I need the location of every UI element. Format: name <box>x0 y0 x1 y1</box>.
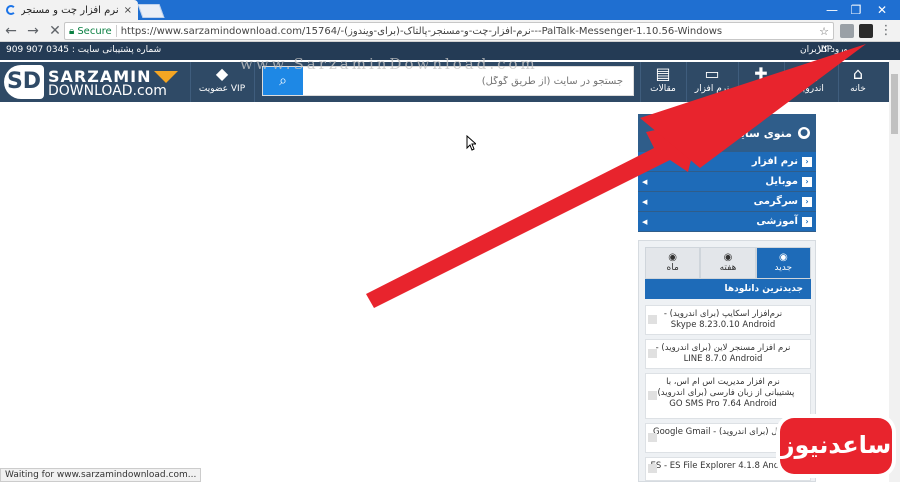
chevron-right-icon: › <box>802 216 812 227</box>
address-bar[interactable]: 🔒︎ Secure https://www.sarzamindownload.c… <box>64 22 834 40</box>
support-phone: شماره پشتیبانی سایت : 0345 907 909 <box>6 45 162 55</box>
vip-label[interactable]: VIP <box>818 45 832 55</box>
window-restore-button[interactable]: ❐ <box>846 2 866 18</box>
caret-left-icon: ◀ <box>642 197 648 206</box>
browser-tab[interactable]: نرم افزار چت و مسنجر پالتاک × <box>0 0 138 20</box>
gamepad-icon: ✚ <box>754 64 768 83</box>
chevron-icon <box>648 315 657 324</box>
tab-month[interactable]: ◉ ماه <box>645 247 701 279</box>
caret-left-icon: ◀ <box>642 217 648 226</box>
download-item-title: جیمیل (برای اندروید) - Google Gmail <box>652 427 794 437</box>
window-minimize-button[interactable]: — <box>822 2 842 18</box>
download-item[interactable]: نرم‌افزار اسکایپ (برای اندروید) - Skype … <box>645 305 811 335</box>
search-icon: ⌕ <box>279 73 287 89</box>
monitor-icon: ▭ <box>704 64 720 83</box>
nav-home[interactable]: ⌂ خانه <box>840 64 876 100</box>
menu-item-label: آموزشی <box>756 216 798 227</box>
browser-menu-icon[interactable]: ⋮ <box>879 24 893 38</box>
logo-triangle <box>154 71 178 83</box>
tab-close-icon[interactable]: × <box>124 5 132 16</box>
nav-articles-label: مقالات <box>650 84 676 94</box>
header-divider <box>838 62 839 102</box>
tab-week[interactable]: ◉ هفته <box>700 247 756 279</box>
download-item-title: نرم‌افزار اسکایپ (برای اندروید) - Skype … <box>663 309 783 330</box>
caret-left-icon: ◀ <box>642 177 648 186</box>
nav-android-label: اندروید <box>798 84 824 94</box>
menu-title: منوی سایت <box>729 126 792 140</box>
menu-item-mobile[interactable]: ◀ موبایل › <box>638 172 816 192</box>
extension-icon[interactable] <box>840 24 854 38</box>
menu-item-software[interactable]: ◀ نرم افزار › <box>638 152 816 172</box>
download-item-title: ES - ES File Explorer 4.1.8 Android <box>650 461 796 471</box>
nav-home-label: خانه <box>850 84 866 94</box>
header-divider <box>738 62 739 102</box>
nav-articles[interactable]: ▤ مقالات <box>642 64 684 100</box>
nav-software-label: نرم افزار <box>694 84 730 94</box>
extension-dark-icon[interactable] <box>859 24 873 38</box>
menu-item-label: سرگرمی <box>753 196 798 207</box>
tab-new-label: جدید <box>774 263 793 273</box>
tab-month-label: ماه <box>666 263 679 273</box>
chevron-right-icon: › <box>802 156 812 167</box>
forward-button[interactable]: → <box>22 21 44 41</box>
menu-item-entertainment[interactable]: ◀ سرگرمی › <box>638 192 816 212</box>
caret-left-icon: ◀ <box>642 157 648 166</box>
new-tab-button[interactable] <box>137 4 165 18</box>
logo-mark: SD <box>4 65 44 99</box>
stop-button[interactable]: ✕ <box>44 21 66 41</box>
globe-icon: ● <box>798 127 810 139</box>
chevron-right-icon: › <box>802 196 812 207</box>
menu-item-education[interactable]: ◀ آموزشی › <box>638 212 816 232</box>
bookmark-star-icon[interactable]: ☆ <box>819 25 829 38</box>
omnibox-divider <box>115 25 117 37</box>
header-divider <box>640 62 641 102</box>
header-divider <box>190 62 191 102</box>
chevron-icon <box>648 391 657 400</box>
home-icon: ⌂ <box>852 64 864 83</box>
mouse-cursor-icon <box>466 135 476 151</box>
secure-label: Secure <box>77 25 112 37</box>
watermark-text: www.SarzaminDownload.com <box>240 55 538 73</box>
brand-badge: ساعدنیوز <box>780 418 892 474</box>
menu-item-label: موبایل <box>765 176 798 187</box>
downloads-heading: جدیدترین دانلودها <box>645 279 811 299</box>
nav-windows[interactable]: ▭ نرم افزار <box>688 64 736 100</box>
tab-new[interactable]: ◉ جدید <box>755 247 811 279</box>
back-button[interactable]: ← <box>0 21 22 41</box>
site-menu: منوی سایت ● ◀ نرم افزار › ◀ موبایل › ◀ س… <box>638 114 816 232</box>
url-text[interactable]: https://www.sarzamindownload.com/15764/-… <box>121 26 819 37</box>
browser-status-bar: Waiting for www.sarzamindownload.com... <box>0 468 202 482</box>
eye-icon: ◉ <box>778 252 788 263</box>
logo-line2: DOWNLOAD.com <box>48 83 167 99</box>
scrollbar-thumb[interactable] <box>891 74 898 134</box>
vip-membership-label: عضویت VIP <box>198 84 246 94</box>
browser-tab-strip: نرم افزار چت و مسنجر پالتاک × — ❐ ✕ <box>0 0 900 20</box>
eye-icon: ◉ <box>668 252 678 263</box>
tab-week-label: هفته <box>719 263 737 273</box>
eye-icon: ◉ <box>723 252 733 263</box>
download-item-title: نرم افزار مدیریت اس ام اس، با پشتیبانی ا… <box>651 377 795 409</box>
site-logo[interactable]: SD SARZAMIN DOWNLOAD.com <box>4 65 184 99</box>
menu-item-label: نرم افزار <box>751 156 798 167</box>
chevron-icon <box>648 464 657 473</box>
chevron-icon <box>648 433 657 442</box>
lock-icon: 🔒︎ <box>69 25 75 37</box>
tab-title: نرم افزار چت و مسنجر پالتاک <box>21 4 119 16</box>
header-divider <box>784 62 785 102</box>
header-divider <box>686 62 687 102</box>
download-item[interactable]: نرم افزار مدیریت اس ام اس، با پشتیبانی ا… <box>645 373 811 419</box>
chevron-right-icon: › <box>802 176 812 187</box>
downloads-tabs: ◉ ماه ◉ هفته ◉ جدید <box>645 247 811 279</box>
nav-games[interactable]: ✚ <box>740 64 782 100</box>
menu-title-row: منوی سایت ● <box>638 114 816 152</box>
book-icon: ▤ <box>655 64 671 83</box>
loading-spinner-icon <box>6 5 16 15</box>
android-icon: ▲ <box>804 64 818 83</box>
download-item[interactable]: نرم افزار مسنجر لاین (برای اندروید) - LI… <box>645 339 811 369</box>
download-item-title: نرم افزار مسنجر لاین (برای اندروید) - LI… <box>655 343 791 364</box>
chevron-icon <box>648 349 657 358</box>
nav-android[interactable]: ▲ اندروید <box>786 64 836 100</box>
window-close-button[interactable]: ✕ <box>872 2 892 18</box>
